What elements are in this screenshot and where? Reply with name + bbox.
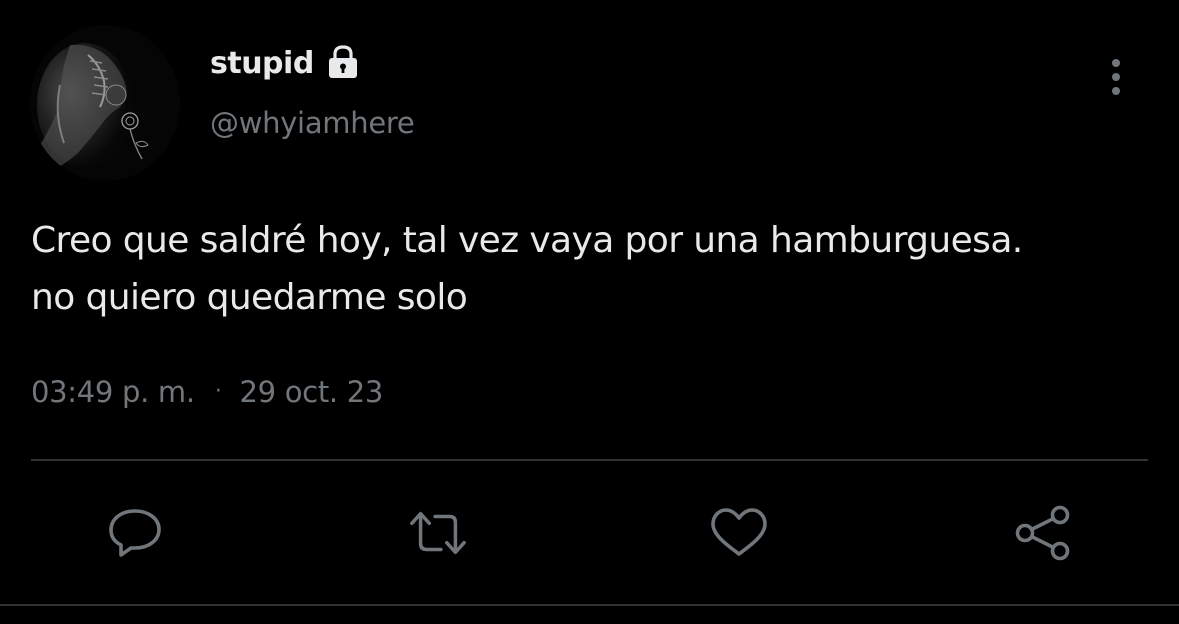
share-icon [1015,505,1070,561]
tweet-date[interactable]: 29 oct. 23 [240,372,384,412]
bottom-divider [0,604,1179,606]
divider [31,459,1148,461]
tweet-text-line: no quiero quedarme solo [31,277,468,318]
avatar-image [30,25,180,181]
heart-icon [711,508,767,556]
share-button[interactable] [1013,505,1073,561]
reply-button[interactable] [105,505,165,561]
more-options-button[interactable] [1096,52,1136,102]
tweet-time[interactable]: 03:49 p. m. [31,372,195,412]
tweet-text-line: Creo que saldré hoy, tal vez vaya por un… [31,220,1023,261]
display-name-text: stupid [210,46,314,81]
lock-icon [324,44,362,80]
reply-icon [109,509,161,557]
more-vertical-icon [1112,59,1120,95]
display-name[interactable]: stupid [210,42,362,86]
user-handle[interactable]: @whyiamhere [210,103,415,143]
retweet-icon [410,511,466,555]
meta-separator: · [214,379,222,404]
retweet-button[interactable] [408,505,468,561]
tweet-meta: 03:49 p. m. · 29 oct. 23 [31,372,383,412]
like-button[interactable] [709,505,769,561]
avatar[interactable] [30,25,180,181]
tweet-text: Creo que saldré hoy, tal vez vaya por un… [31,212,1151,326]
